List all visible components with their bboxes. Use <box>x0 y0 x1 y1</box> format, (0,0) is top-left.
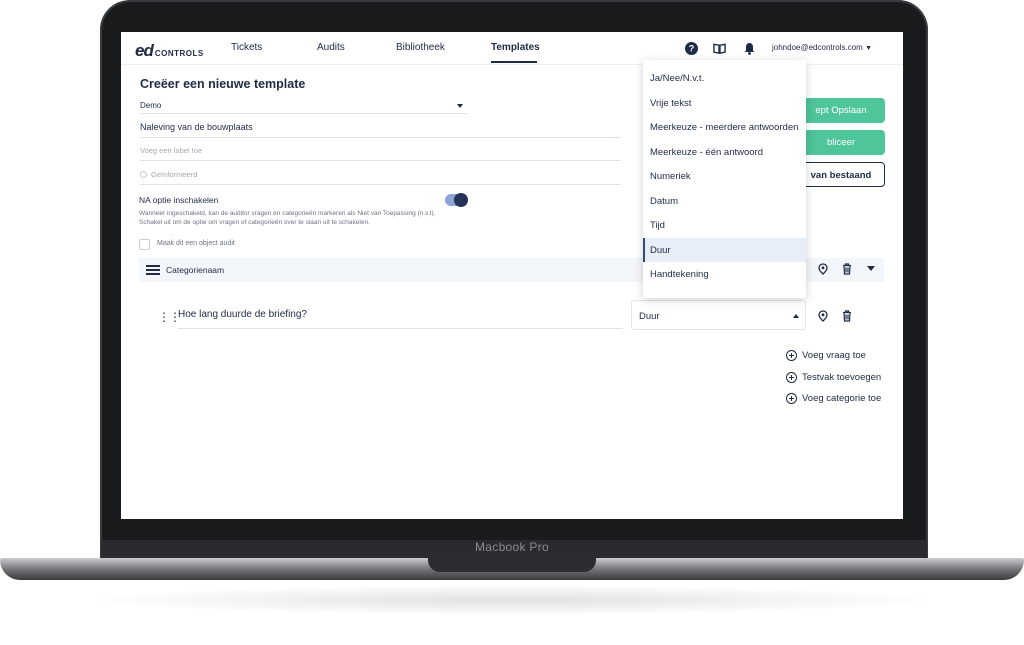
toggle-knob <box>454 193 468 207</box>
question-text: Hoe lang duurde de briefing? <box>178 309 307 320</box>
nav-tickets[interactable]: Tickets <box>231 42 262 53</box>
add-category-label: Voeg categorie toe <box>802 393 882 404</box>
plus-circle-icon <box>786 350 797 361</box>
chevron-down-icon: ▼ <box>865 45 873 52</box>
add-textbox-action[interactable]: Testvak toevoegen <box>786 372 881 383</box>
edcontrols-logo[interactable]: ed CONTROLS <box>135 41 204 61</box>
bell-icon[interactable] <box>743 42 756 55</box>
option-signature[interactable]: Handtekening <box>643 262 806 287</box>
object-audit-label: Maak dit een object audit <box>157 240 235 247</box>
template-name-field[interactable]: Naleving van de bouwplaats <box>140 122 621 138</box>
chevron-down-icon <box>457 104 463 108</box>
project-value: Demo <box>140 101 162 110</box>
menu-icon[interactable] <box>146 265 160 275</box>
na-option-description: Wanneer ingeschakeld, kan de auditor vra… <box>139 210 436 226</box>
question-type-value: Duur <box>639 311 660 322</box>
nav-bibliotheek[interactable]: Bibliotheek <box>396 42 445 53</box>
project-select[interactable]: Demo <box>140 100 467 114</box>
chevron-down-icon[interactable] <box>867 266 875 272</box>
nav-audits[interactable]: Audits <box>317 42 345 53</box>
label-placeholder: Voeg een label toe <box>140 146 203 155</box>
chevron-up-icon <box>793 314 799 318</box>
publish-button[interactable]: bliceer <box>797 130 885 155</box>
nav-templates[interactable]: Templates <box>491 42 540 53</box>
add-category-action[interactable]: Voeg categorie toe <box>786 393 881 404</box>
object-audit-checkbox[interactable] <box>139 239 150 250</box>
status-value: Geïnformeerd <box>151 170 198 179</box>
option-numeric[interactable]: Numeriek <box>643 164 806 189</box>
user-menu[interactable]: johndoe@edcontrols.com ▼ <box>772 43 872 52</box>
status-field[interactable]: Geïnformeerd <box>140 170 621 185</box>
logo-word: CONTROLS <box>154 49 204 58</box>
question-type-dropdown: Ja/Nee/N.v.t. Vrije tekst Meerkeuze - me… <box>643 60 806 298</box>
option-date[interactable]: Datum <box>643 189 806 214</box>
macbook-mockup: Macbook Pro ed CONTROLS Tickets Audits B… <box>0 0 1024 645</box>
template-name-value: Naleving van de bouwplaats <box>140 122 253 132</box>
add-question-action[interactable]: Voeg vraag toe <box>786 350 866 361</box>
status-radio-icon <box>140 171 147 178</box>
floor-shadow <box>80 585 944 615</box>
page-title: Creëer een nieuwe template <box>140 77 306 91</box>
device-label: Macbook Pro <box>475 540 549 554</box>
plus-circle-icon <box>786 372 797 383</box>
option-duration[interactable]: Duur <box>643 237 806 262</box>
option-yes-no-na[interactable]: Ja/Nee/N.v.t. <box>643 66 806 91</box>
logo-mark: ed <box>135 41 154 60</box>
na-option-title: NA optie inschakelen <box>139 195 219 205</box>
active-tab-indicator <box>491 61 537 63</box>
save-draft-button[interactable]: ept Opslaan <box>797 98 885 123</box>
user-email: johndoe@edcontrols.com <box>772 43 863 52</box>
option-time[interactable]: Tijd <box>643 213 806 238</box>
label-input[interactable]: Voeg een label toe <box>140 146 621 161</box>
laptop-notch <box>428 558 596 572</box>
plus-circle-icon <box>786 393 797 404</box>
add-question-label: Voeg vraag toe <box>802 350 866 361</box>
trash-icon[interactable] <box>841 310 853 322</box>
svg-text:?: ? <box>689 44 695 54</box>
add-textbox-label: Testvak toevoegen <box>802 372 882 383</box>
book-icon[interactable] <box>713 42 726 55</box>
question-type-select[interactable]: Duur <box>631 300 806 330</box>
trash-icon[interactable] <box>841 263 853 275</box>
from-existing-button[interactable]: van bestaand <box>797 162 885 187</box>
question-field[interactable]: Hoe lang duurde de briefing? <box>178 309 623 329</box>
help-icon[interactable]: ? <box>685 42 698 55</box>
na-toggle[interactable] <box>445 193 468 207</box>
location-pin-icon[interactable] <box>817 263 829 275</box>
option-free-text[interactable]: Vrije tekst <box>643 91 806 116</box>
app-screen: ed CONTROLS Tickets Audits Bibliotheek T… <box>121 32 903 519</box>
drag-handle-icon[interactable]: ⋮⋮ <box>158 310 181 324</box>
location-pin-icon[interactable] <box>817 310 829 322</box>
option-multiple-choice-single[interactable]: Meerkeuze - één antwoord <box>643 140 806 165</box>
category-name: Categorienaam <box>166 265 225 275</box>
option-multiple-choice-multi[interactable]: Meerkeuze - meerdere antwoorden <box>643 115 806 140</box>
